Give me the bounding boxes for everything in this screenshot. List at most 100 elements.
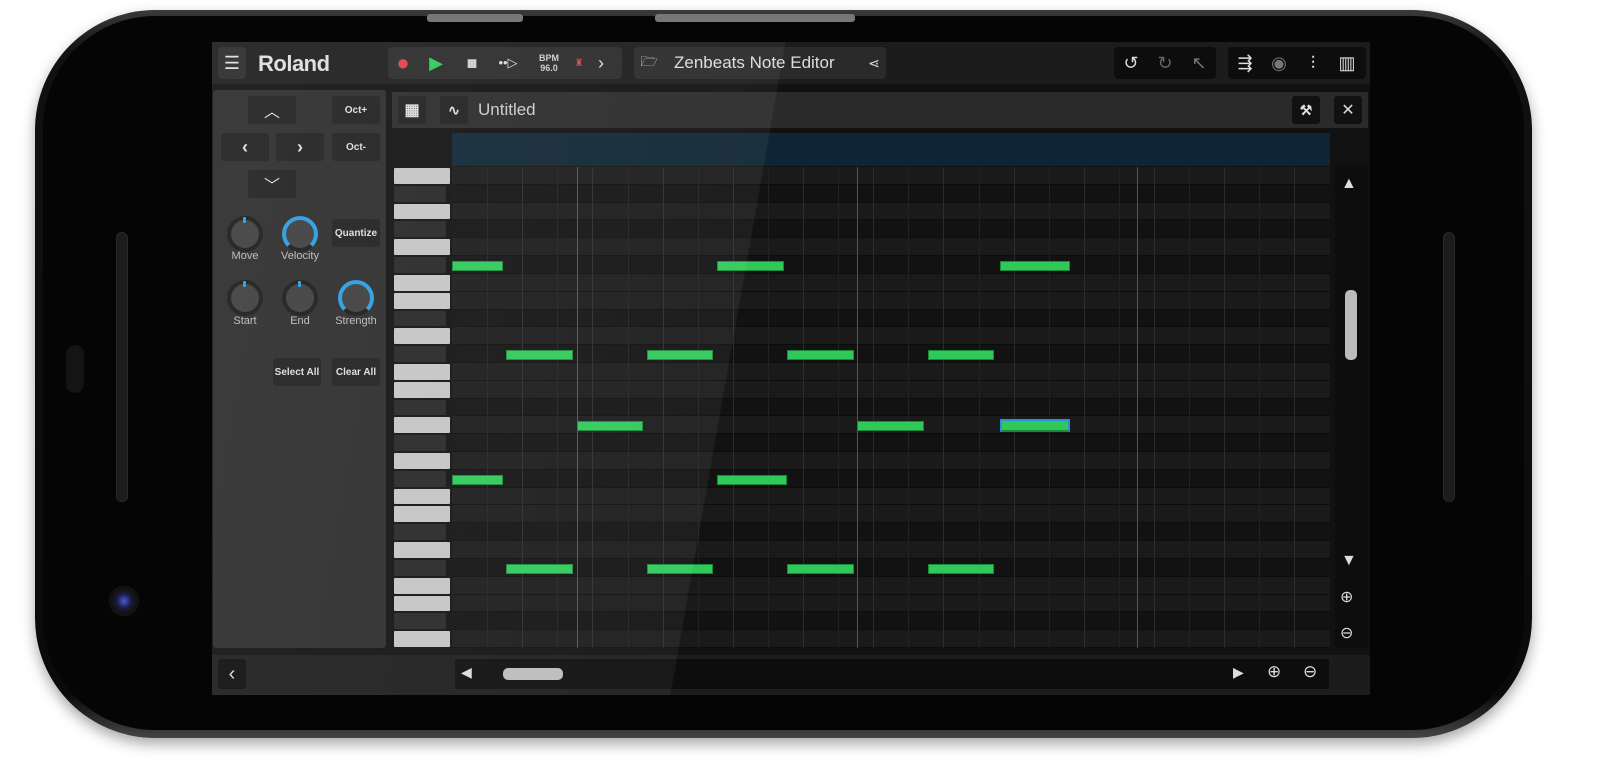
grid-line [873,167,875,648]
black-key[interactable] [394,257,446,273]
black-key[interactable] [394,185,446,202]
octave-up-button[interactable]: Oct+ [332,96,380,124]
white-key[interactable] [394,292,450,309]
brush-icon[interactable]: ⚒ [1292,96,1320,124]
white-key[interactable] [394,506,450,523]
loop-icon[interactable]: ••▷ [490,55,526,71]
black-key[interactable] [394,310,446,327]
note[interactable] [717,474,788,485]
move-knob[interactable] [227,216,263,252]
note[interactable] [646,563,714,574]
black-key[interactable] [394,346,446,362]
white-key[interactable] [394,239,450,256]
strength-knob[interactable] [338,280,374,316]
white-key[interactable] [394,577,450,594]
note[interactable] [506,563,574,574]
zoom-out-horizontal-icon[interactable]: ⊖ [1303,662,1317,682]
project-title[interactable]: Zenbeats Note Editor [674,53,864,73]
timeline-ruler[interactable] [452,133,1330,166]
move-up-button[interactable]: ︿ [248,96,296,124]
grid-line [697,167,699,648]
white-key[interactable] [394,631,450,647]
note[interactable] [646,350,714,360]
note[interactable] [576,421,644,432]
move-down-button[interactable]: ﹀ [248,170,296,198]
black-key[interactable] [394,399,446,416]
grid-view-icon[interactable]: ▦ [398,96,426,124]
close-icon[interactable]: ✕ [1334,96,1362,124]
quantize-button[interactable]: Quantize [332,219,380,247]
note[interactable] [787,563,854,574]
arrange-icon[interactable]: ⇶ [1228,53,1262,74]
grid-row [452,345,1330,363]
automation-icon[interactable]: ∿ [440,96,468,124]
note[interactable] [452,261,503,271]
redo-icon[interactable]: ↻ [1148,53,1182,74]
grid-row [452,184,1330,203]
white-key[interactable] [394,168,450,184]
move-right-button[interactable]: › [276,133,324,161]
menu-icon[interactable]: ☰ [218,53,246,74]
scroll-down-icon[interactable]: ▼ [1341,552,1357,570]
black-key[interactable] [394,221,446,238]
note[interactable] [927,563,995,574]
white-key[interactable] [394,363,450,380]
metronome-icon[interactable]: ♜ [572,58,586,69]
piano-icon[interactable]: ▥ [1330,53,1364,74]
white-key[interactable] [394,595,450,612]
white-key[interactable] [394,488,450,505]
black-key[interactable] [394,470,446,487]
white-key[interactable] [394,381,450,398]
note-grid[interactable] [452,167,1330,648]
octave-down-button[interactable]: Oct- [332,133,380,161]
note[interactable] [999,261,1070,271]
black-key[interactable] [394,524,446,541]
note[interactable] [506,350,574,360]
strength-label: Strength [335,315,377,327]
white-key[interactable] [394,274,450,291]
white-key[interactable] [394,328,450,345]
zoom-in-horizontal-icon[interactable]: ⊕ [1267,662,1281,682]
black-key[interactable] [394,613,446,630]
note[interactable] [787,350,854,360]
black-key[interactable] [394,435,446,452]
folder-icon[interactable]: 🗁 [634,51,664,75]
vertical-scrollbar-thumb[interactable] [1345,290,1357,360]
share-icon[interactable]: ⋖ [864,55,884,72]
horizontal-scrollbar-thumb[interactable] [503,668,563,680]
white-key[interactable] [394,453,450,469]
note[interactable] [717,261,784,271]
scroll-up-icon[interactable]: ▲ [1341,175,1357,193]
pointer-icon[interactable]: ↖ [1182,53,1216,74]
note[interactable] [857,421,925,432]
scroll-left-icon[interactable]: ◀ [461,664,472,681]
scroll-right-icon[interactable]: ▶ [1233,664,1244,681]
bpm-display[interactable]: BPM 96.0 [526,53,572,73]
clear-all-button[interactable]: Clear All [332,358,380,386]
record-button[interactable]: ● [388,50,418,76]
play-button[interactable]: ▶ [418,53,454,74]
note[interactable] [927,350,995,360]
velocity-knob[interactable] [282,216,318,252]
collapse-panel-button[interactable]: ‹ [218,659,246,689]
note[interactable] [452,474,503,485]
white-key[interactable] [394,542,450,558]
mixer-icon[interactable]: ⫶ [1296,53,1330,74]
piano-keys[interactable] [393,167,451,648]
zoom-out-vertical-icon[interactable]: ⊖ [1340,623,1353,643]
white-key[interactable] [394,417,450,434]
selected-note[interactable] [999,419,1070,433]
zoom-in-vertical-icon[interactable]: ⊕ [1340,587,1353,607]
white-key[interactable] [394,203,450,220]
start-knob[interactable] [227,280,263,316]
undo-icon[interactable]: ↺ [1114,53,1148,74]
eye-icon[interactable]: ◉ [1262,53,1296,74]
select-all-button[interactable]: Select All [273,358,321,386]
end-knob[interactable] [282,280,318,316]
sensor [66,345,84,393]
move-left-button[interactable]: ‹ [221,133,269,161]
chevron-right-icon[interactable]: › [586,53,616,74]
grid-row [452,309,1330,328]
stop-button[interactable]: ■ [454,53,490,74]
black-key[interactable] [394,559,446,576]
